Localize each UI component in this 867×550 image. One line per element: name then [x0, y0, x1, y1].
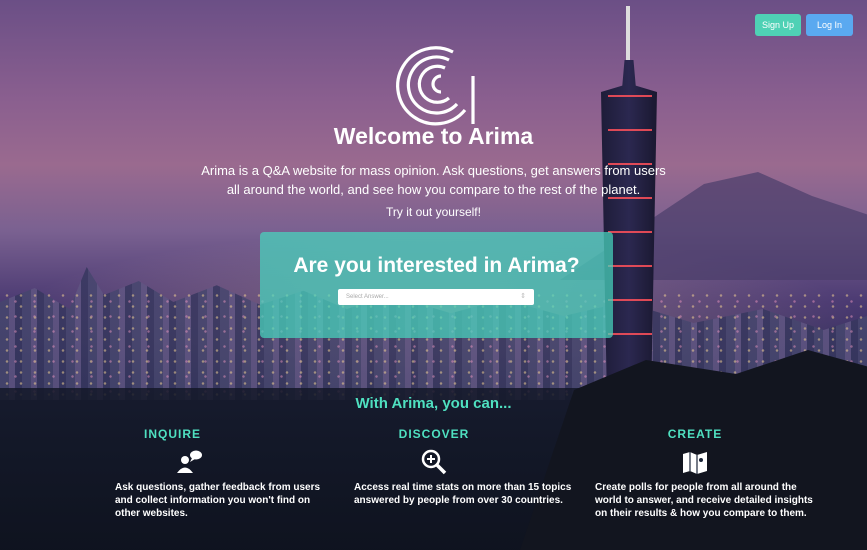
poll-card: Are you interested in Arima? Select Answ… [260, 232, 613, 338]
features-heading: With Arima, you can... [355, 395, 512, 412]
login-button[interactable]: Log In [806, 14, 853, 36]
signup-button[interactable]: Sign Up [755, 14, 801, 36]
answer-select[interactable]: Select Answer... ⇕ [338, 289, 534, 305]
feature-inquire: INQUIRE Ask questions, gather feedback f… [115, 427, 335, 520]
feature-title: CREATE [667, 427, 723, 441]
hero-subtitle: Arima is a Q&A website for mass opinion.… [201, 163, 666, 197]
arima-logo-icon [396, 46, 475, 126]
chat-user-icon [177, 450, 202, 473]
page-title: Welcome to Arima [333, 123, 534, 149]
feature-title: INQUIRE [143, 427, 201, 441]
feature-discover: DISCOVER Access real time stats on more … [354, 427, 574, 507]
map-icon [683, 452, 707, 474]
feature-text: Create polls for people from all around … [595, 482, 813, 519]
feature-text: Access real time stats on more than 15 t… [354, 482, 572, 506]
feature-text: Ask questions, gather feedback from user… [115, 482, 321, 519]
hero-cta-text: Try it out yourself! [386, 205, 481, 219]
feature-title: DISCOVER [398, 427, 470, 441]
select-caret-icon: ⇕ [520, 293, 526, 300]
feature-create: CREATE Create polls for people from all … [595, 427, 815, 520]
answer-select-placeholder: Select Answer... [346, 294, 389, 300]
magnify-plus-icon [421, 449, 447, 475]
poll-question: Are you interested in Arima? [293, 254, 580, 277]
